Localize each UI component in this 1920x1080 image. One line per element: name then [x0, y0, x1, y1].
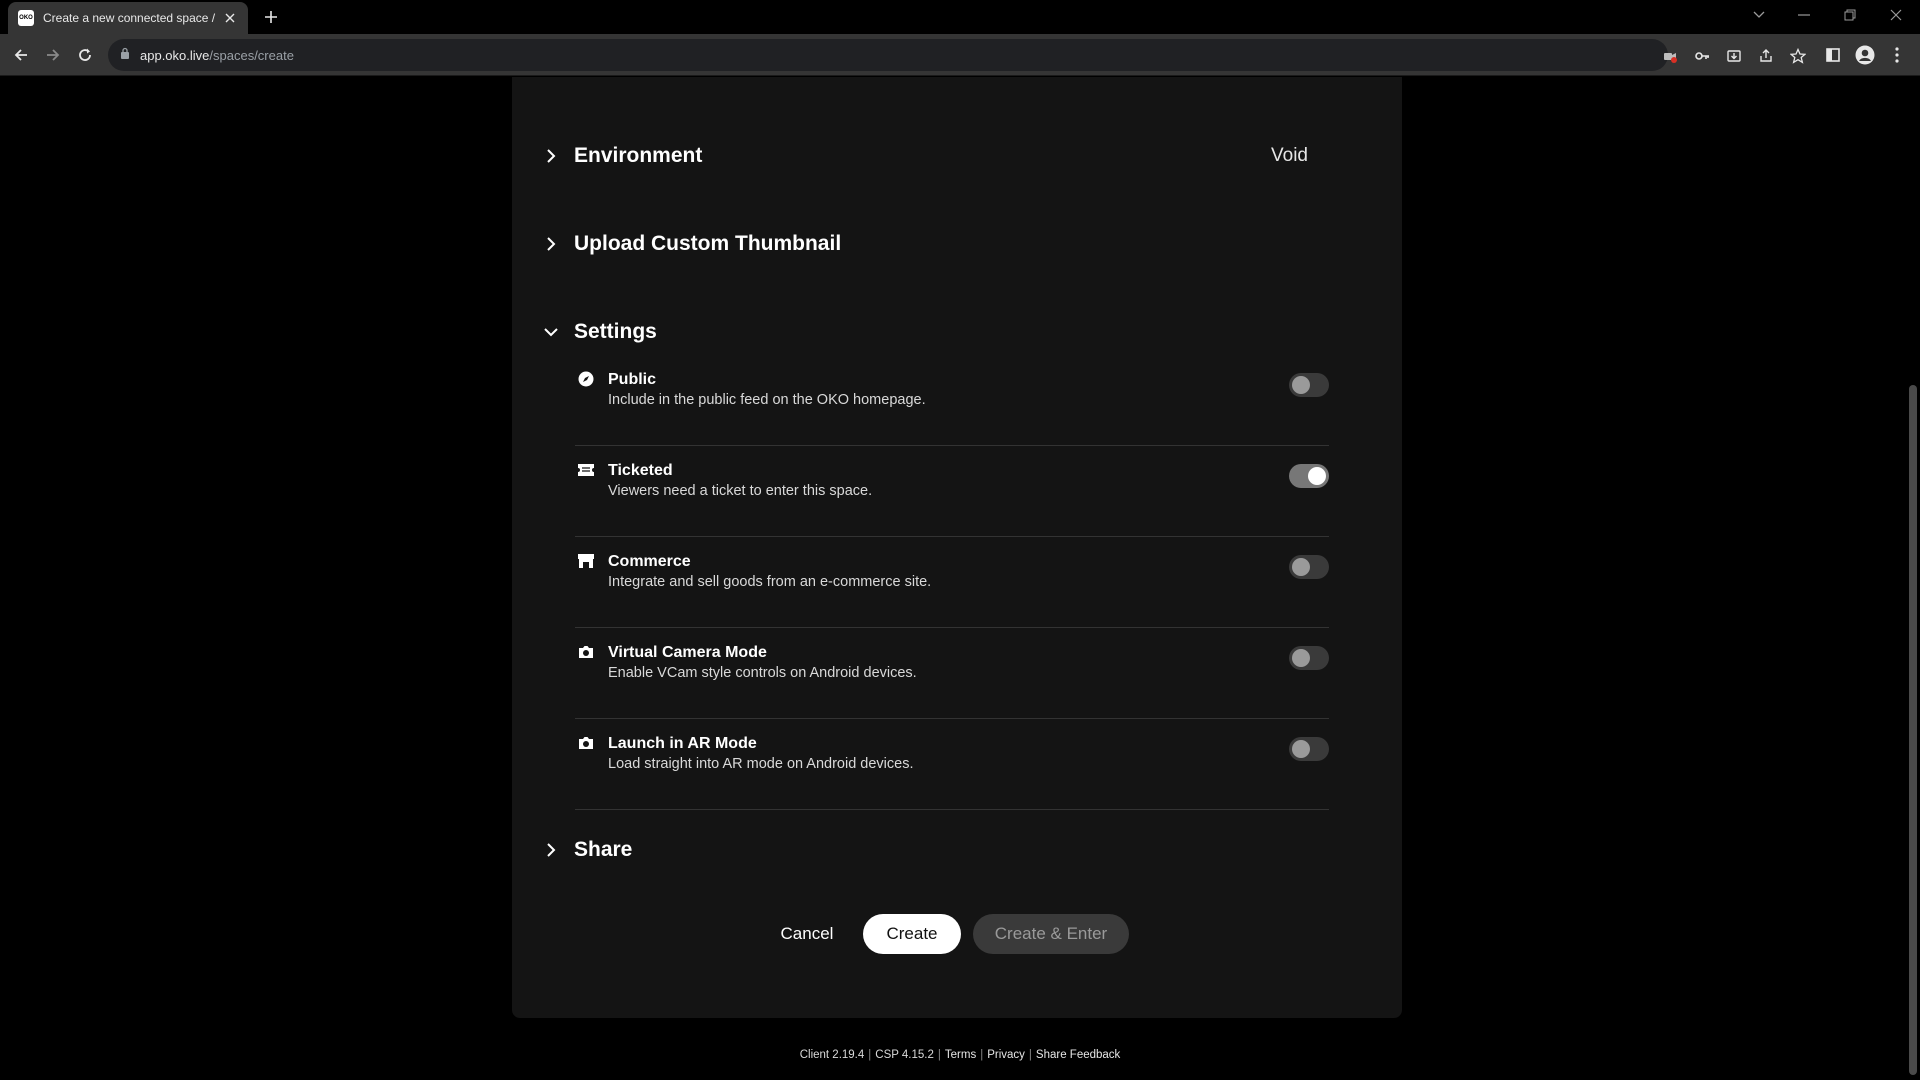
- browser-tab-active[interactable]: OKO Create a new connected space / OKO: [8, 2, 248, 34]
- profile-avatar-icon[interactable]: [1855, 45, 1875, 65]
- privacy-link[interactable]: Privacy: [987, 1049, 1025, 1061]
- browser-tab-bar: OKO Create a new connected space / OKO: [0, 0, 1920, 34]
- footer-separator: |: [937, 1049, 941, 1061]
- cancel-button[interactable]: Cancel: [762, 914, 852, 954]
- settings-title: Settings: [574, 320, 657, 343]
- setting-row-ar-mode: Launch in AR Mode Load straight into AR …: [575, 719, 1329, 810]
- reload-icon[interactable]: [73, 43, 97, 67]
- virtual-camera-toggle[interactable]: [1289, 646, 1329, 670]
- url-host: app.oko.live: [140, 47, 210, 63]
- setting-title: Commerce: [608, 553, 691, 570]
- blocked-camera-icon[interactable]: [1661, 47, 1679, 65]
- environment-title: Environment: [574, 144, 703, 167]
- environment-value: Void: [1271, 145, 1308, 166]
- setting-row-virtual-camera: Virtual Camera Mode Enable VCam style co…: [575, 628, 1329, 719]
- footer-separator: |: [1028, 1049, 1032, 1061]
- setting-description: Include in the public feed on the OKO ho…: [608, 392, 926, 408]
- storefront-icon: [577, 552, 595, 570]
- setting-title: Launch in AR Mode: [608, 735, 757, 752]
- toggle-knob: [1308, 467, 1326, 485]
- create-button[interactable]: Create: [863, 914, 961, 954]
- setting-row-commerce: Commerce Integrate and sell goods from a…: [575, 537, 1329, 628]
- chevron-down-icon: [542, 323, 560, 341]
- setting-row-ticketed: Ticketed Viewers need a ticket to enter …: [575, 446, 1329, 537]
- setting-title: Public: [608, 371, 657, 388]
- page-viewport: Environment Void Upload Custom Thumbnail…: [0, 77, 1920, 1080]
- create-space-panel: Environment Void Upload Custom Thumbnail…: [512, 77, 1402, 1018]
- restore-window-icon[interactable]: [1837, 4, 1863, 26]
- address-bar[interactable]: app.oko.live/spaces/create: [108, 39, 1806, 71]
- chevron-right-icon: [542, 235, 560, 253]
- terms-link[interactable]: Terms: [945, 1049, 976, 1061]
- page-scrollbar[interactable]: [1906, 77, 1920, 1080]
- environment-section-header[interactable]: Environment Void: [542, 141, 1372, 171]
- ticketed-toggle[interactable]: [1289, 464, 1329, 488]
- client-version: Client 2.19.4: [799, 1049, 865, 1061]
- forward-arrow-icon[interactable]: [41, 43, 65, 67]
- browser-toolbar: app.oko.live/spaces/create: [0, 34, 1920, 76]
- tab-search-chevron-icon[interactable]: [1746, 4, 1772, 26]
- key-icon[interactable]: [1693, 47, 1711, 65]
- thumbnail-title: Upload Custom Thumbnail: [574, 232, 842, 255]
- oko-favicon-icon: OKO: [18, 10, 34, 26]
- setting-description: Enable VCam style controls on Android de…: [608, 665, 917, 681]
- share-title: Share: [574, 838, 633, 861]
- setting-description: Load straight into AR mode on Android de…: [608, 756, 914, 772]
- setting-title: Ticketed: [608, 462, 673, 479]
- commerce-toggle[interactable]: [1289, 555, 1329, 579]
- share-section-header[interactable]: Share: [542, 835, 632, 865]
- share-page-icon[interactable]: [1757, 47, 1775, 65]
- camera-icon: [577, 734, 595, 752]
- bookmark-star-icon[interactable]: [1789, 47, 1807, 65]
- public-toggle[interactable]: [1289, 373, 1329, 397]
- browser-menu-kebab-icon[interactable]: [1887, 45, 1907, 65]
- url-path: /spaces/create: [209, 47, 294, 63]
- toggle-knob: [1292, 376, 1310, 394]
- chevron-right-icon: [542, 841, 560, 859]
- share-feedback-link[interactable]: Share Feedback: [1036, 1049, 1120, 1061]
- footer: Client 2.19.4 | CSP 4.15.2 | Terms | Privacy | S…: [0, 1049, 1920, 1061]
- create-and-enter-button[interactable]: Create & Enter: [973, 914, 1129, 954]
- form-actions: Cancel Create Create & Enter: [512, 914, 1402, 954]
- minimize-window-icon[interactable]: [1791, 4, 1817, 26]
- setting-description: Integrate and sell goods from an e-comme…: [608, 574, 932, 590]
- new-tab-button[interactable]: [260, 6, 282, 28]
- ar-mode-toggle[interactable]: [1289, 737, 1329, 761]
- setting-row-public: Public Include in the public feed on the…: [575, 355, 1329, 446]
- toggle-knob: [1292, 558, 1310, 576]
- thumbnail-section-header[interactable]: Upload Custom Thumbnail: [542, 229, 841, 259]
- install-app-icon[interactable]: [1725, 47, 1743, 65]
- chevron-right-icon: [542, 147, 560, 165]
- scrollbar-thumb[interactable]: [1909, 385, 1917, 1075]
- settings-section-header[interactable]: Settings: [542, 317, 657, 347]
- setting-title: Virtual Camera Mode: [608, 644, 767, 661]
- csp-version: CSP 4.15.2: [875, 1049, 934, 1061]
- lock-icon: [120, 46, 130, 64]
- camera-icon: [577, 643, 595, 661]
- compass-icon: [577, 370, 595, 388]
- toggle-knob: [1292, 649, 1310, 667]
- footer-separator: |: [868, 1049, 872, 1061]
- tab-close-icon[interactable]: [222, 10, 238, 26]
- setting-description: Viewers need a ticket to enter this spac…: [608, 483, 873, 499]
- back-arrow-icon[interactable]: [9, 43, 33, 67]
- ticket-icon: [577, 461, 595, 479]
- close-window-icon[interactable]: [1883, 4, 1909, 26]
- toggle-knob: [1292, 740, 1310, 758]
- footer-separator: |: [980, 1049, 984, 1061]
- side-panel-icon[interactable]: [1823, 45, 1843, 65]
- tab-title: Create a new connected space / OKO: [43, 11, 216, 25]
